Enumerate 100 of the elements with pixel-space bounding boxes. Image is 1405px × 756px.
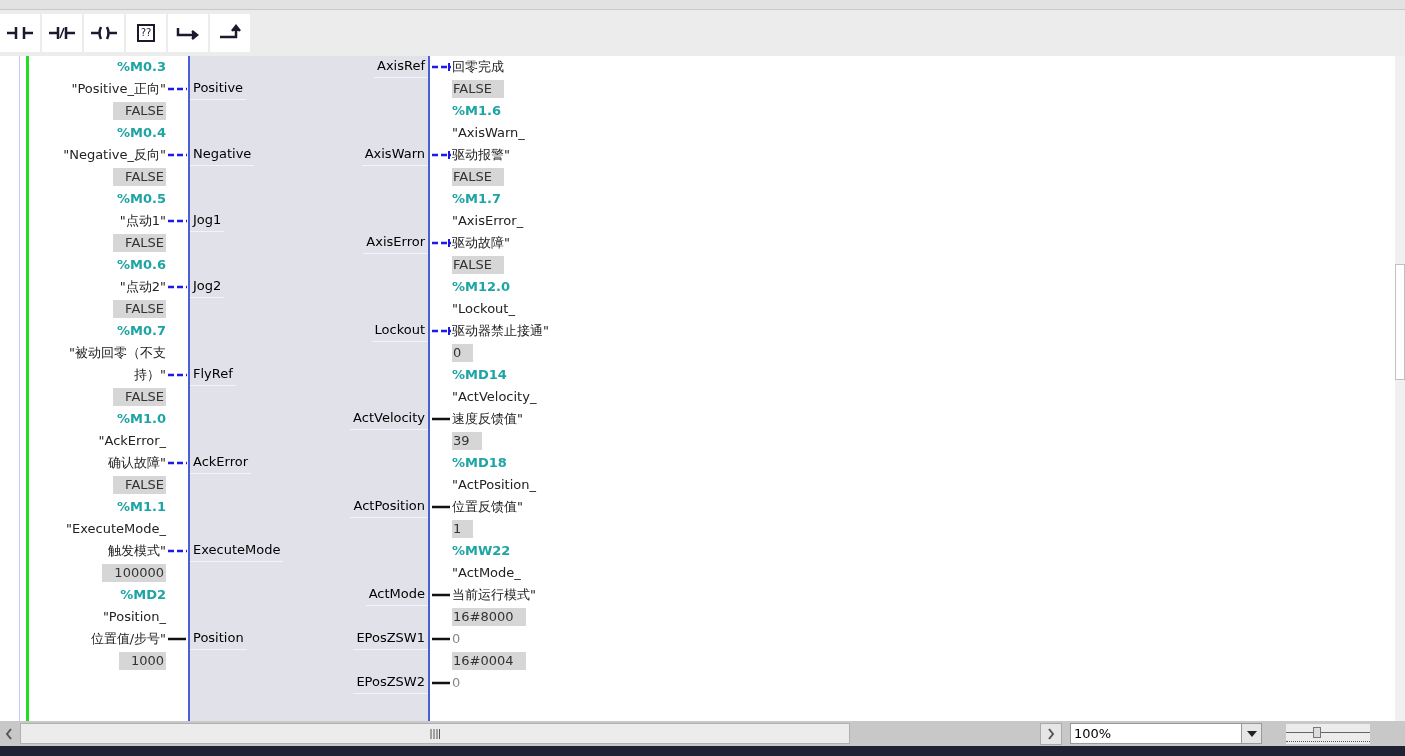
pin-label: Positive xyxy=(190,77,247,100)
pin-label: Lockout xyxy=(371,319,428,342)
value-tag: 16#8000 xyxy=(452,608,526,626)
address-label: %MD2 xyxy=(120,586,166,604)
wire xyxy=(431,503,451,511)
pin-label: Jog2 xyxy=(190,275,225,298)
symbol-label: "Positive_正向" xyxy=(71,80,166,98)
value-tag: FALSE xyxy=(113,300,166,318)
zoom-slider[interactable] xyxy=(1286,723,1370,744)
pin-label: ActVelocity xyxy=(350,407,428,430)
address-label: %MW22 xyxy=(452,542,511,560)
value-tag: FALSE xyxy=(113,234,166,252)
dashed-wire xyxy=(167,547,187,555)
pin-label: ActMode xyxy=(365,583,428,606)
dashed-wire xyxy=(431,63,451,71)
pin-label: AxisError xyxy=(363,231,428,254)
symbol-label: 位置值/步号" xyxy=(90,630,166,648)
value-tag: FALSE xyxy=(113,102,166,120)
value-tag: 0 xyxy=(452,344,474,362)
constant-label: 0 xyxy=(452,630,461,648)
chevron-left-icon xyxy=(5,727,13,740)
pin-label: Jog1 xyxy=(190,209,225,232)
symbol-label: "AckError_ xyxy=(98,432,166,450)
symbol-label: 驱动报警" xyxy=(452,146,510,164)
address-label: %MD18 xyxy=(452,454,507,472)
pin-label: EPosZSW2 xyxy=(353,671,428,694)
address-label: %M12.0 xyxy=(452,278,511,296)
value-tag: 39 xyxy=(452,432,482,450)
pin-label: FlyRef xyxy=(190,363,236,386)
address-label: %M0.6 xyxy=(117,256,166,274)
value-tag: FALSE xyxy=(113,476,166,494)
toolbar-button[interactable] xyxy=(0,14,40,52)
wire xyxy=(431,635,451,643)
value-tag: FALSE xyxy=(452,168,504,186)
toolbar-button[interactable] xyxy=(42,14,82,52)
dashed-wire xyxy=(167,459,187,467)
dashed-wire xyxy=(431,151,451,159)
wire xyxy=(431,591,451,599)
address-label: %M0.3 xyxy=(117,58,166,76)
toolbar-button[interactable] xyxy=(84,14,124,52)
constant-label: 0 xyxy=(452,674,461,692)
wire xyxy=(431,679,451,687)
pin-label: AxisWarn xyxy=(361,143,428,166)
grip-icon xyxy=(430,728,440,739)
symbol-label: "AxisError_ xyxy=(452,212,524,230)
value-tag: 1000 xyxy=(118,652,166,670)
pin-label: AxisRef xyxy=(374,55,428,78)
toolbar-button[interactable] xyxy=(168,14,208,52)
scrollbar-thumb[interactable] xyxy=(20,723,850,744)
dashed-wire xyxy=(167,151,187,159)
value-tag: FALSE xyxy=(113,388,166,406)
address-label: %M0.4 xyxy=(117,124,166,142)
symbol-label: 驱动故障" xyxy=(452,234,510,252)
symbol-label: "AxisWarn_ xyxy=(452,124,525,142)
toolbar-button[interactable]: ?? xyxy=(126,14,166,52)
toolbar-button[interactable] xyxy=(210,14,250,52)
value-tag: 100000 xyxy=(102,564,166,582)
address-label: %M1.0 xyxy=(117,410,166,428)
dashed-wire xyxy=(167,217,187,225)
address-label: %MD14 xyxy=(452,366,507,384)
value-tag: FALSE xyxy=(113,168,166,186)
symbol-label: "点动1" xyxy=(119,212,166,230)
slider-thumb[interactable] xyxy=(1313,726,1322,738)
symbol-label: 持）" xyxy=(134,366,166,384)
address-label: %M0.5 xyxy=(117,190,166,208)
symbol-label: 速度反馈值" xyxy=(452,410,523,428)
pin-label: EPosZSW1 xyxy=(353,627,428,650)
chevron-right-icon xyxy=(1047,727,1055,740)
pin-label: Position xyxy=(190,627,247,650)
address-label: %M1.6 xyxy=(452,102,501,120)
vertical-scrollbar[interactable] xyxy=(1395,56,1405,721)
symbol-label: "ActPosition_ xyxy=(452,476,536,494)
dashed-wire xyxy=(431,239,451,247)
symbol-label: 确认故障" xyxy=(108,454,166,472)
scroll-right-button[interactable] xyxy=(1040,722,1062,745)
value-tag: 1 xyxy=(452,520,474,538)
symbol-label: "点动2" xyxy=(119,278,166,296)
caret-icon xyxy=(1246,730,1257,737)
value-tag: FALSE xyxy=(452,256,504,274)
symbol-label: 当前运行模式" xyxy=(452,586,536,604)
pin-label: AckError xyxy=(190,451,252,474)
wire xyxy=(167,635,187,643)
value-tag: 16#0004 xyxy=(452,652,526,670)
pin-label: ExecuteMode xyxy=(190,539,284,562)
dashed-wire xyxy=(431,327,451,335)
address-label: %M0.7 xyxy=(117,322,166,340)
symbol-label: 回零完成 xyxy=(452,58,504,76)
wire xyxy=(431,415,451,423)
address-label: %M1.1 xyxy=(117,498,166,516)
zoom-dropdown[interactable]: 100% xyxy=(1070,723,1262,744)
symbol-label: 驱动器禁止接通" xyxy=(452,322,549,340)
symbol-label: "Negative_反向" xyxy=(63,146,166,164)
dashed-wire xyxy=(167,283,187,291)
empty-box-icon: ?? xyxy=(136,24,156,42)
address-label: %M1.7 xyxy=(452,190,501,208)
symbol-label: "Position_ xyxy=(102,608,166,626)
symbol-label: "被动回零（不支 xyxy=(69,344,166,362)
symbol-label: "ExecuteMode_ xyxy=(66,520,166,538)
pin-label: Negative xyxy=(190,143,255,166)
dashed-wire xyxy=(167,85,187,93)
